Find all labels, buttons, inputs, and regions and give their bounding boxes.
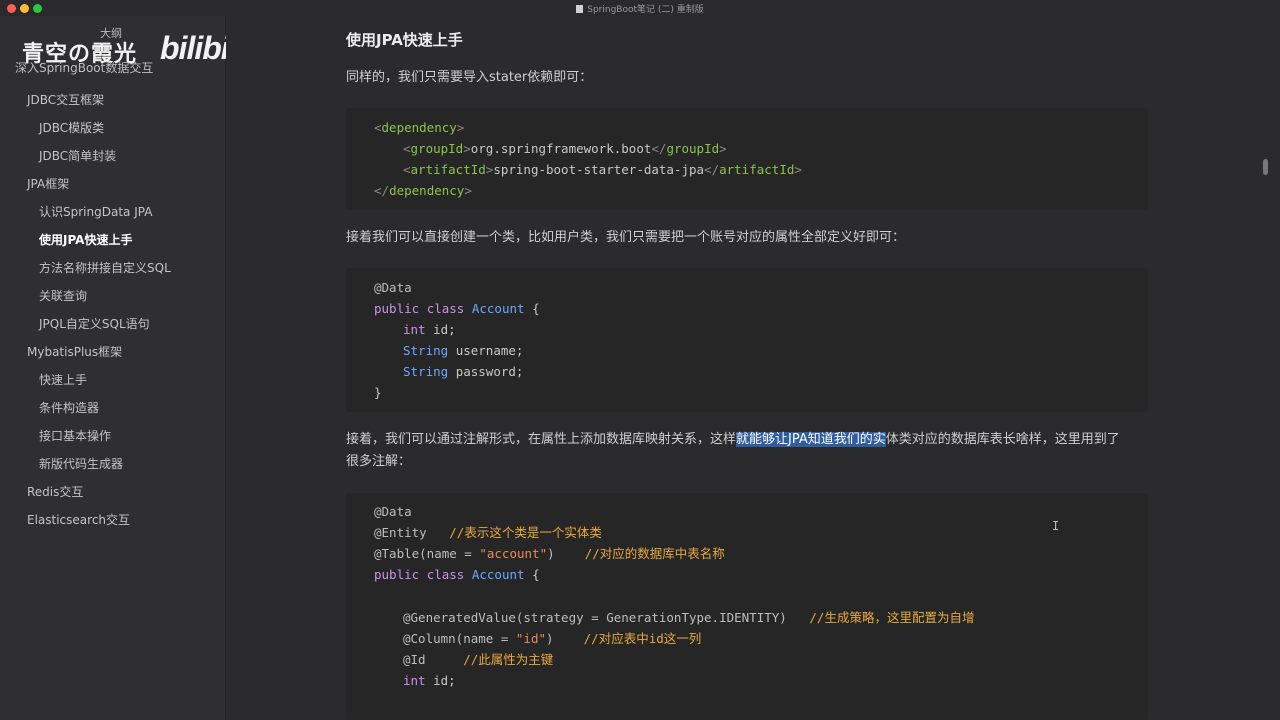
outline-item[interactable]: 认识SpringData JPA	[0, 198, 225, 226]
code-annotation: @GeneratedValue(strategy = GenerationTyp…	[403, 610, 787, 625]
code-annotation: @Entity	[374, 525, 427, 540]
paragraph-intro: 同样的，我们只需要导入stater依赖即可：	[346, 70, 593, 85]
code-keyword: class	[426, 301, 465, 316]
code-field: id;	[433, 673, 456, 688]
xml-tag: artifactId	[719, 162, 795, 177]
outline-item[interactable]: JDBC简单封装	[0, 142, 225, 170]
xml-tag: groupId	[410, 141, 464, 156]
outline-item[interactable]: JDBC模版类	[0, 114, 225, 142]
code-brace: }	[374, 385, 382, 400]
code-field: id;	[433, 322, 456, 337]
xml-tag: groupId	[666, 141, 720, 156]
code-block-maven[interactable]: <dependency> <groupId>org.springframewor…	[346, 108, 1148, 210]
paragraph-text: 很多注解：	[346, 454, 412, 469]
document-icon	[576, 5, 584, 13]
code-comment: //对应的数据库中表名称	[584, 546, 725, 561]
editor-content[interactable]: 使用JPA快速上手 同样的，我们只需要导入stater依赖即可： <depend…	[226, 16, 1270, 720]
outline-sidebar: 青空の霞光 bilibili 大纲 深入SpringBoot数据交互 JDBC交…	[0, 16, 245, 720]
window-title: SpringBoot笔记 (二) 重制版	[587, 5, 704, 15]
code-string: "id"	[515, 631, 546, 646]
code-brace: {	[532, 567, 540, 582]
code-comment: //表示这个类是一个实体类	[449, 525, 602, 540]
vertical-scrollbar[interactable]	[1263, 159, 1268, 175]
text-cursor-icon: I	[1052, 519, 1060, 533]
code-annotation: )	[546, 631, 554, 646]
code-annotation: @Id	[403, 652, 426, 667]
outline-item[interactable]: 接口基本操作	[0, 422, 225, 450]
xml-tag: dependency	[381, 120, 457, 135]
code-comment: //对应表中id这一列	[583, 631, 702, 646]
code-keyword: public	[374, 567, 420, 582]
selected-text[interactable]: 就能够让JPA知道我们的实	[736, 432, 886, 447]
outline-label: 大纲	[100, 27, 122, 40]
code-block-account[interactable]: @Data public class Account { int id; Str…	[346, 268, 1148, 412]
code-class-name: Account	[471, 301, 525, 316]
outline-item-active[interactable]: 使用JPA快速上手	[0, 226, 225, 254]
outline-item[interactable]: 新版代码生成器	[0, 450, 225, 478]
code-keyword: class	[426, 567, 465, 582]
paragraph-entity: 接着我们可以直接创建一个类，比如用户类，我们只需要把一个账号对应的属性全部定义好…	[346, 230, 906, 245]
code-annotation: )	[547, 546, 555, 561]
outline-item[interactable]: MybatisPlus框架	[0, 338, 225, 366]
outline-item-root[interactable]: 深入SpringBoot数据交互	[15, 59, 153, 76]
paragraph-text: 体类对应的数据库表长啥样，这里用到了	[885, 432, 1120, 447]
outline-item[interactable]: JPQL自定义SQL语句	[0, 310, 225, 338]
code-block-entity[interactable]: @Data @Entity //表示这个类是一个实体类 @Table(name …	[346, 493, 1148, 720]
outline-item[interactable]: JPA框架	[0, 170, 225, 198]
outline-item[interactable]: 条件构造器	[0, 394, 225, 422]
section-heading: 使用JPA快速上手	[346, 31, 463, 49]
paragraph-text: 接着，我们可以通过注解形式，在属性上添加数据库映射关系，这样	[346, 432, 737, 447]
title-bar: SpringBoot笔记 (二) 重制版	[0, 0, 1280, 16]
code-string: "account"	[479, 546, 548, 561]
xml-tag: dependency	[389, 183, 465, 198]
outline-item[interactable]: 方法名称拼接自定义SQL	[0, 254, 225, 282]
code-annotation: @Data	[374, 504, 412, 519]
code-keyword: public	[374, 301, 420, 316]
code-annotation: @Data	[374, 280, 412, 295]
code-type: int	[403, 322, 426, 337]
window-title-wrap: SpringBoot笔记 (二) 重制版	[0, 2, 1280, 15]
outline-item[interactable]: Redis交互	[0, 478, 225, 506]
code-brace: {	[532, 301, 540, 316]
xml-value: spring-boot-starter-data-jpa	[493, 162, 705, 177]
code-annotation: @Table(name =	[374, 546, 480, 561]
code-annotation: @Column(name =	[403, 631, 516, 646]
code-type: String	[403, 343, 449, 358]
code-field: username;	[455, 343, 524, 358]
outline-item[interactable]: JDBC交互框架	[0, 86, 225, 114]
outline-item[interactable]: Elasticsearch交互	[0, 506, 225, 534]
xml-tag: artifactId	[410, 162, 486, 177]
code-type: String	[403, 364, 449, 379]
outline-item[interactable]: 关联查询	[0, 282, 225, 310]
outline-item[interactable]: 快速上手	[0, 366, 225, 394]
code-comment: //此属性为主键	[463, 652, 554, 667]
code-field: password;	[455, 364, 524, 379]
code-class-name: Account	[471, 567, 525, 582]
xml-value: org.springframework.boot	[470, 141, 652, 156]
code-comment: //生成策略，这里配置为自增	[809, 610, 975, 625]
paragraph-annotations: 接着，我们可以通过注解形式，在属性上添加数据库映射关系，这样就能够让JPA知道我…	[346, 429, 1148, 473]
code-type: int	[403, 673, 426, 688]
outline-list: JDBC交互框架 JDBC模版类 JDBC简单封装 JPA框架 认识Spring…	[0, 86, 225, 534]
